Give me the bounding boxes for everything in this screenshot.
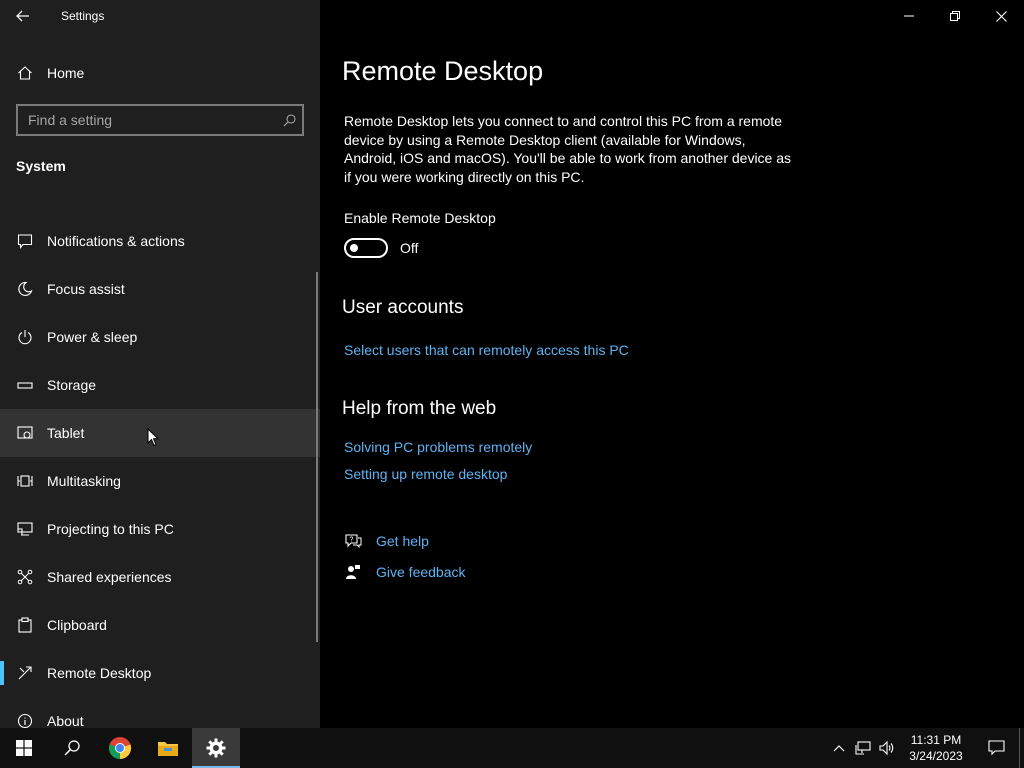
sidebar-item-label: Notifications & actions [47,233,185,249]
sidebar-scrollbar[interactable] [316,272,318,642]
feedback-icon [344,563,362,581]
sidebar-item-label: Multitasking [47,473,121,489]
give-feedback-row[interactable]: Give feedback [344,563,466,581]
description: Remote Desktop lets you connect to and c… [344,113,792,185]
sidebar-item-focus-assist[interactable]: Focus assist [0,265,320,313]
search-taskbar-button[interactable] [48,728,96,768]
main-content: Remote Desktop Remote Desktop lets you c… [320,0,1024,728]
clock-time: 11:31 PM [910,733,962,747]
sidebar-item-tablet[interactable]: Tablet [0,409,320,457]
sidebar-item-remote-desktop[interactable]: Remote Desktop [0,649,320,697]
taskbar: 11:31 PM 3/24/2023 [0,728,1024,768]
back-button[interactable] [0,0,46,32]
page-title: Remote Desktop [342,56,544,86]
window-controls [886,0,1024,32]
gear-icon [206,738,226,758]
volume-button[interactable] [875,728,899,768]
clock[interactable]: 11:31 PM 3/24/2023 [899,732,973,764]
nav-list: Notifications & actions Focus assist Pow… [0,217,320,728]
toggle-knob [350,244,358,252]
multitasking-icon [16,472,34,490]
close-icon [995,10,1007,22]
select-users-link[interactable]: Select users that can remotely access th… [344,342,629,358]
settings-taskbar-button[interactable] [192,728,240,768]
shared-experiences-icon [16,568,34,586]
home-label: Home [47,65,85,81]
sidebar-item-shared-experiences[interactable]: Shared experiences [0,553,320,601]
sidebar-item-about[interactable]: About [0,697,320,728]
section-title: System [16,158,66,174]
home-icon [16,64,34,82]
chrome-taskbar-button[interactable] [96,728,144,768]
user-accounts-heading: User accounts [342,297,464,318]
get-help-link[interactable]: Get help [376,533,429,549]
sidebar-item-label: Projecting to this PC [47,521,174,537]
search-input[interactable] [18,106,276,134]
restore-icon [950,11,960,21]
clock-date: 3/24/2023 [909,749,963,763]
remote-desktop-icon [16,664,34,682]
app-title: Settings [61,9,105,23]
sidebar-item-notifications[interactable]: Notifications & actions [0,217,320,265]
storage-icon [16,376,34,394]
sidebar-item-label: Clipboard [47,617,107,633]
setting-up-remote-desktop-link[interactable]: Setting up remote desktop [344,466,507,482]
back-arrow-icon [16,10,29,22]
chrome-icon [108,737,132,760]
get-help-icon: ? [344,532,362,550]
toggle-state: Off [400,240,419,256]
start-button[interactable] [0,728,48,768]
solving-pc-problems-link[interactable]: Solving PC problems remotely [344,439,532,455]
toggle-label: Enable Remote Desktop [344,210,496,226]
network-icon [855,741,871,755]
help-web-heading: Help from the web [342,398,497,419]
show-desktop-button[interactable] [1019,728,1024,768]
sidebar-item-label: Power & sleep [47,329,138,345]
title-bar: Settings [0,0,320,32]
enable-remote-desktop-toggle[interactable] [344,238,388,258]
sidebar-item-projecting[interactable]: Projecting to this PC [0,505,320,553]
speaker-icon [879,741,894,755]
sidebar-item-multitasking[interactable]: Multitasking [0,457,320,505]
clipboard-icon [16,616,34,634]
action-center-button[interactable] [973,728,1019,768]
chevron-up-icon [833,745,845,752]
windows-logo-icon [16,740,32,756]
search-icon[interactable] [276,106,302,134]
restore-button[interactable] [932,0,978,32]
minimize-icon [904,15,914,17]
close-button[interactable] [978,0,1024,32]
file-explorer-taskbar-button[interactable] [144,728,192,768]
info-icon [16,712,34,728]
get-help-row[interactable]: ? Get help [344,532,429,550]
notification-icon [16,232,34,250]
sidebar-item-label: Focus assist [47,281,125,297]
tablet-icon [16,424,34,442]
folder-icon [158,742,178,756]
sidebar-item-power-sleep[interactable]: Power & sleep [0,313,320,361]
svg-text:?: ? [349,537,353,544]
moon-icon [16,280,34,298]
sidebar-item-label: Shared experiences [47,569,172,585]
notification-icon [987,740,1005,756]
sidebar-item-label: Remote Desktop [47,665,152,681]
mouse-cursor-icon [147,428,159,447]
sidebar-item-clipboard[interactable]: Clipboard [0,601,320,649]
sidebar: Settings Home System Notifications & act… [0,0,320,728]
search-box[interactable] [16,104,304,136]
search-icon [64,740,80,756]
power-icon [16,328,34,346]
sidebar-item-label: Tablet [47,425,85,441]
show-hidden-icons-button[interactable] [827,728,851,768]
minimize-button[interactable] [886,0,932,32]
home-nav-item[interactable]: Home [0,49,320,97]
projecting-icon [16,520,34,538]
give-feedback-link[interactable]: Give feedback [376,564,466,580]
network-button[interactable] [851,728,875,768]
sidebar-item-label: Storage [47,377,97,393]
sidebar-item-label: About [47,713,84,728]
sidebar-item-storage[interactable]: Storage [0,361,320,409]
system-tray: 11:31 PM 3/24/2023 [827,728,1024,768]
